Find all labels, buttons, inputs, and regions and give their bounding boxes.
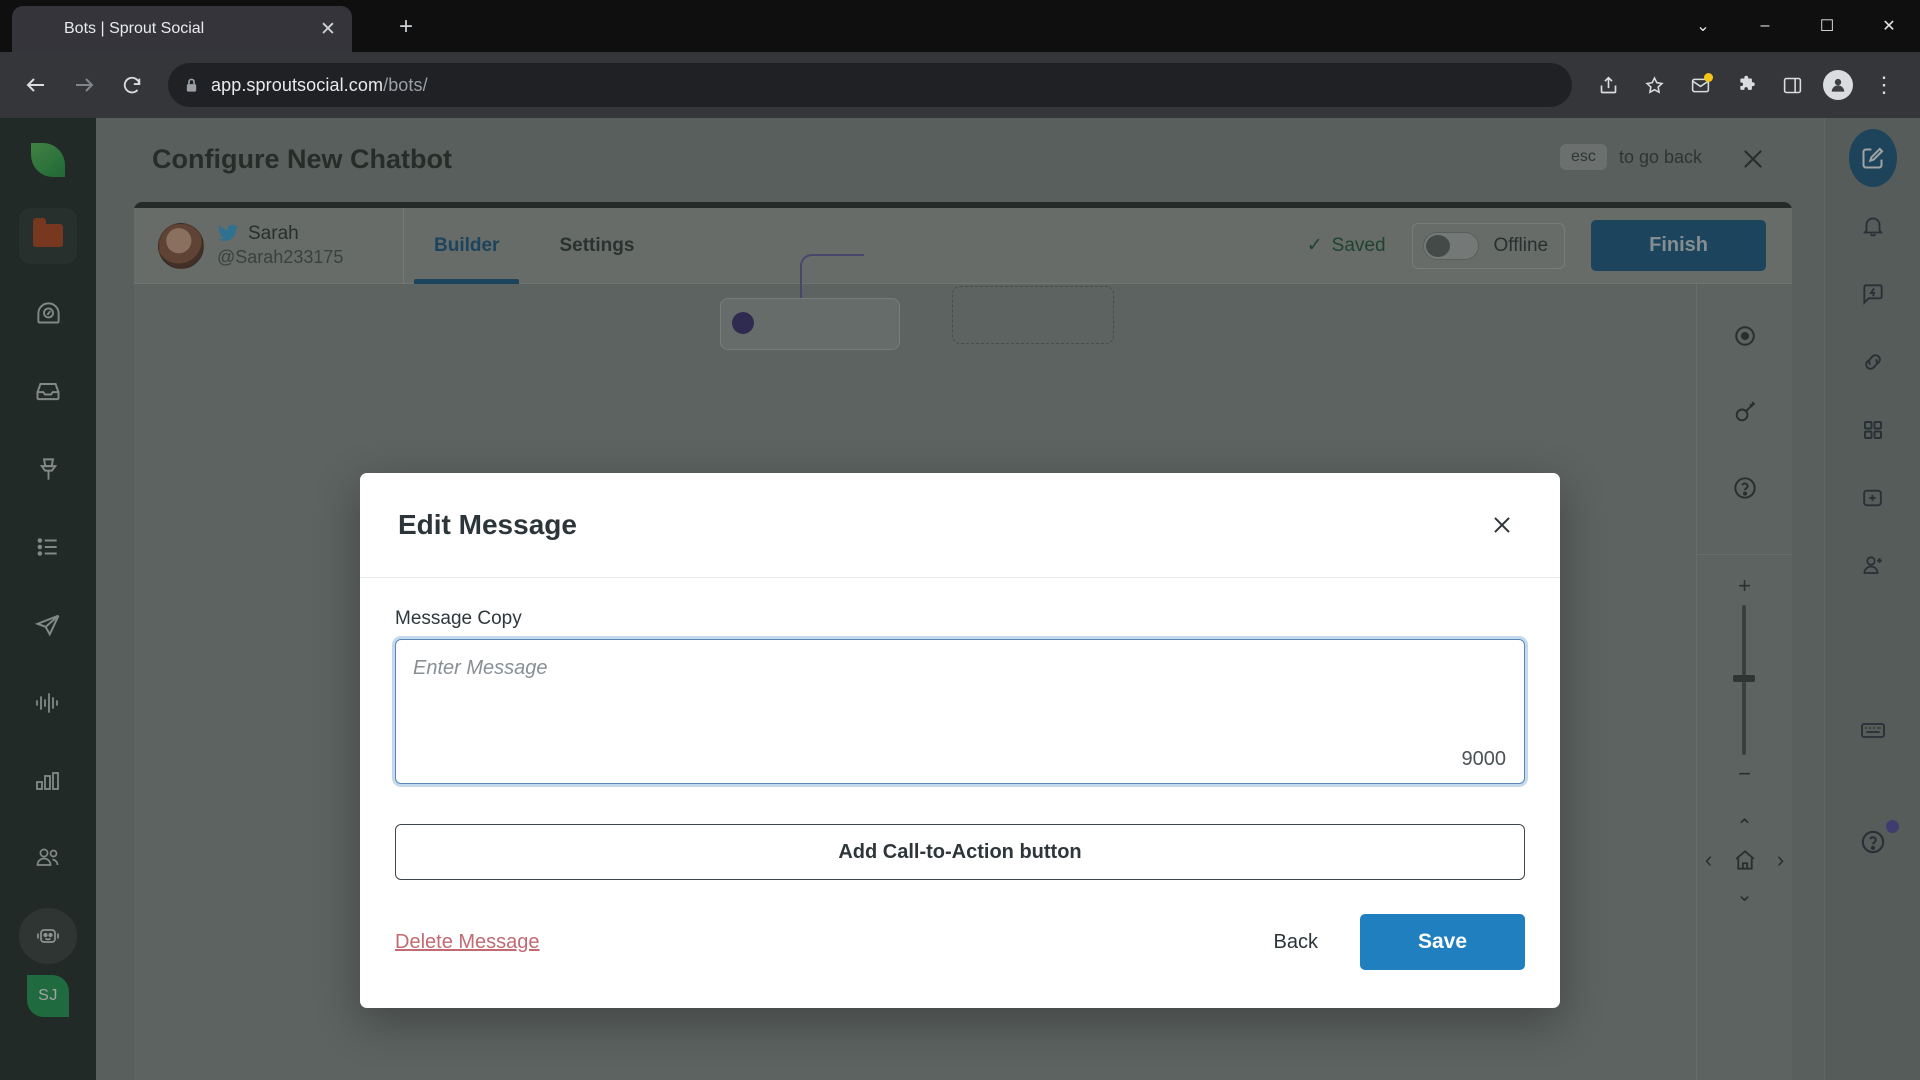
screen: Bots | Sprout Social ✕ + ⌄ – ☐ ✕ app.spr… [0, 0, 1920, 1080]
browser-toolbar: app.sproutsocial.com/bots/ ⋮ [0, 52, 1920, 118]
url-text: app.sproutsocial.com/bots/ [211, 75, 428, 96]
browser-tab[interactable]: Bots | Sprout Social ✕ [12, 6, 352, 52]
modal-close-icon[interactable] [1482, 505, 1522, 545]
tab-search-icon[interactable]: ⌄ [1672, 0, 1734, 52]
star-icon[interactable] [1632, 63, 1676, 107]
modal-footer: Delete Message Back Save [360, 880, 1560, 1008]
app-container: SJ Configure New Chatbot esc to go back … [0, 118, 1920, 1080]
sprout-leaf-icon [32, 19, 52, 39]
delete-message-link[interactable]: Delete Message [395, 931, 540, 954]
url-host: app.sproutsocial.com [211, 74, 384, 95]
back-button[interactable]: Back [1273, 931, 1317, 954]
reload-icon[interactable] [110, 63, 154, 107]
url-path: /bots/ [383, 74, 428, 95]
tab-title: Bots | Sprout Social [64, 20, 205, 37]
browser-tab-strip: Bots | Sprout Social ✕ + ⌄ – ☐ ✕ [0, 0, 1920, 52]
side-panel-icon[interactable] [1770, 63, 1814, 107]
modal-title: Edit Message [398, 509, 577, 540]
char-count: 9000 [1461, 748, 1507, 770]
notification-badge [1704, 73, 1713, 82]
message-copy-placeholder: Enter Message [413, 657, 548, 679]
window-controls: ⌄ – ☐ ✕ [1672, 0, 1920, 52]
add-cta-button[interactable]: Add Call-to-Action button [395, 824, 1525, 880]
save-button[interactable]: Save [1359, 914, 1525, 970]
minimize-button[interactable]: – [1734, 0, 1796, 52]
extensions-icon[interactable] [1724, 63, 1768, 107]
back-icon[interactable] [14, 63, 58, 107]
modal-header: Edit Message [360, 473, 1560, 578]
share-icon[interactable] [1586, 63, 1630, 107]
window-close-button[interactable]: ✕ [1858, 0, 1920, 52]
profile-icon[interactable] [1816, 63, 1860, 107]
modal-body: Message Copy Enter Message 9000 Add Call… [360, 578, 1560, 880]
new-tab-button[interactable]: + [392, 13, 420, 41]
message-copy-field[interactable]: Enter Message 9000 [395, 639, 1525, 784]
tab-close-icon[interactable]: ✕ [314, 15, 342, 43]
address-bar[interactable]: app.sproutsocial.com/bots/ [168, 63, 1572, 107]
toolbar-actions: ⋮ [1586, 63, 1906, 107]
notification-icon[interactable] [1678, 63, 1722, 107]
forward-icon[interactable] [62, 63, 106, 107]
browser-menu-icon[interactable]: ⋮ [1862, 63, 1906, 107]
maximize-button[interactable]: ☐ [1796, 0, 1858, 52]
edit-message-modal: Edit Message Message Copy Enter Message … [360, 473, 1560, 1008]
message-copy-label: Message Copy [395, 608, 522, 629]
lock-icon [184, 77, 199, 94]
